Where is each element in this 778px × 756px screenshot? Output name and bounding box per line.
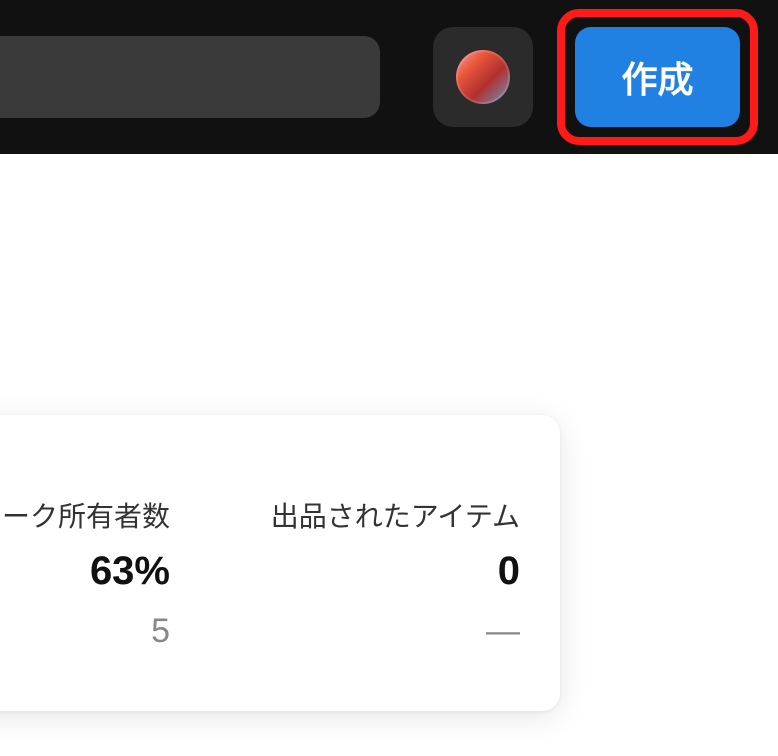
stat-column-owners: ニーク所有者数 63% 5 bbox=[0, 495, 170, 651]
avatar-icon bbox=[456, 50, 510, 104]
stat-column-listed: 出品されたアイテム 0 — bbox=[230, 495, 520, 651]
search-input[interactable] bbox=[0, 36, 380, 118]
highlight-box: 作成 bbox=[557, 9, 758, 145]
profile-button[interactable] bbox=[433, 27, 533, 127]
create-button[interactable]: 作成 bbox=[575, 27, 740, 127]
stats-panel: ニーク所有者数 63% 5 出品されたアイテム 0 — bbox=[0, 415, 560, 711]
stat-label-listed: 出品されたアイテム bbox=[230, 495, 520, 535]
stat-sub-listed: — bbox=[486, 612, 520, 651]
stat-label-owners: ニーク所有者数 bbox=[0, 495, 170, 535]
top-header: 作成 bbox=[0, 0, 778, 154]
stat-sub-owners: 5 bbox=[151, 612, 170, 651]
stat-value-listed: 0 bbox=[498, 549, 520, 594]
stat-value-owners: 63% bbox=[90, 549, 170, 594]
